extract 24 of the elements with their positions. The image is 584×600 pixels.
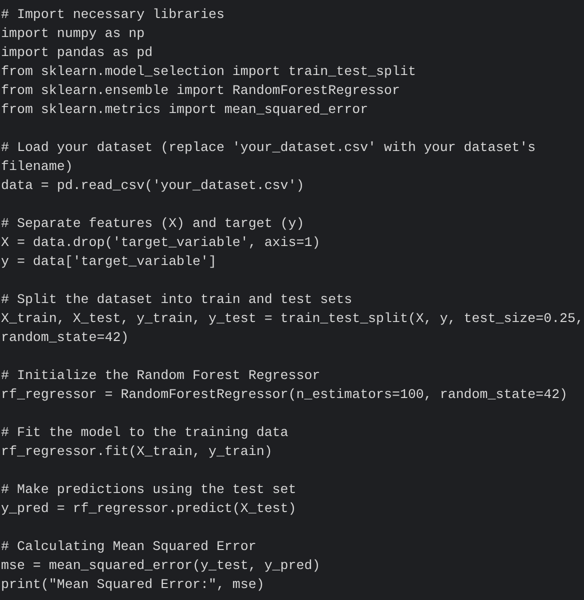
code-line: # Import necessary libraries bbox=[1, 6, 224, 24]
code-line: import numpy as np bbox=[1, 25, 145, 43]
code-line: rf_regressor.fit(X_train, y_train) bbox=[1, 443, 272, 461]
code-line: # Separate features (X) and target (y) bbox=[1, 215, 304, 233]
code-line: y_pred = rf_regressor.predict(X_test) bbox=[1, 500, 296, 518]
code-line: # Split the dataset into train and test sets bbox=[1, 291, 352, 309]
code-line: random_state=42) bbox=[1, 329, 129, 347]
code-line: # Initialize the Random Forest Regressor bbox=[1, 367, 320, 385]
code-line: from sklearn.metrics import mean_squared_error bbox=[1, 101, 368, 119]
code-line: from sklearn.ensemble import RandomForestRegressor bbox=[1, 82, 400, 100]
code-line: mse = mean_squared_error(y_test, y_pred) bbox=[1, 557, 320, 575]
code-line: y = data['target_variable'] bbox=[1, 253, 216, 271]
code-line: print("Mean Squared Error:", mse) bbox=[1, 576, 264, 594]
code-line: # Calculating Mean Squared Error bbox=[1, 538, 256, 556]
code-line: from sklearn.model_selection import train_test_split bbox=[1, 63, 416, 81]
code-line: # Make predictions using the test set bbox=[1, 481, 296, 499]
code-line: import pandas as pd bbox=[1, 44, 153, 62]
code-line: filename) bbox=[1, 158, 73, 176]
code-line: X = data.drop('target_variable', axis=1) bbox=[1, 234, 320, 252]
code-line: # Fit the model to the training data bbox=[1, 424, 288, 442]
code-line: # Load your dataset (replace 'your_dataset.csv' with your dataset's bbox=[1, 139, 536, 157]
code-line: rf_regressor = RandomForestRegressor(n_estimators=100, random_state=42) bbox=[1, 386, 568, 404]
code-line: data = pd.read_csv('your_dataset.csv') bbox=[1, 177, 304, 195]
code-line: X_train, X_test, y_train, y_test = train_test_split(X, y, test_size=0.25, bbox=[1, 310, 584, 328]
